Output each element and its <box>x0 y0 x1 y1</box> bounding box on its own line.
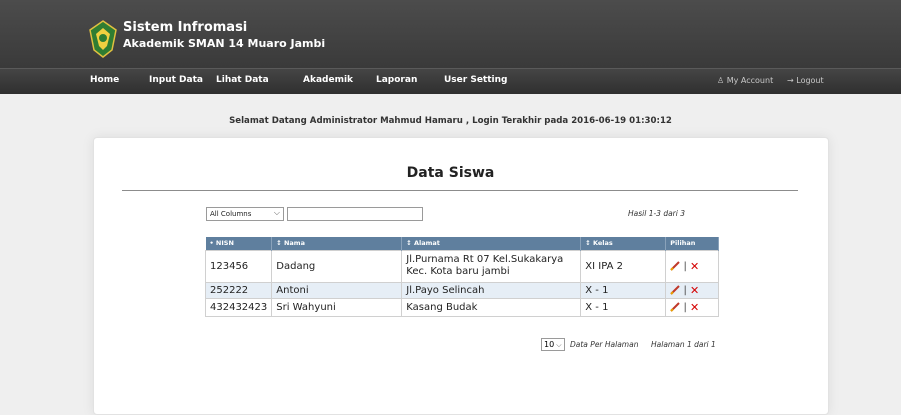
table-row: 432432423 Sri Wahyuni Kasang Budak X - 1… <box>204 297 720 317</box>
edit-pencil-icon[interactable] <box>670 302 680 312</box>
delete-icon[interactable]: ✕ <box>690 301 699 314</box>
chevron-down-icon: ⌵ <box>273 208 280 217</box>
table-row: 252222 Antoni Jl.Payo Selincah X - 1 | ✕ <box>204 281 720 299</box>
students-table: • NISN ↕ Nama ↕ Alamat ↕ Kelas Pilihan 1… <box>204 237 720 317</box>
edit-pencil-icon[interactable] <box>670 261 680 271</box>
nav-home[interactable]: Home <box>90 75 119 85</box>
cell-actions: | ✕ <box>665 297 720 317</box>
cell-nama: Sri Wahyuni <box>271 297 403 317</box>
per-page-label: Data Per Halaman <box>570 340 639 349</box>
col-header-pilihan: Pilihan <box>665 237 720 250</box>
cell-nama: Antoni <box>271 281 403 299</box>
cell-nisn: 432432423 <box>204 297 273 317</box>
logout-arrow-icon: → <box>787 76 794 85</box>
col-header-kelas[interactable]: ↕ Kelas <box>580 237 667 250</box>
page-indicator: Halaman 1 dari 1 <box>651 340 716 349</box>
col-header-nama[interactable]: ↕ Nama <box>271 237 403 250</box>
nav-laporan[interactable]: Laporan <box>376 75 417 85</box>
action-separator: | <box>683 301 687 313</box>
brand-title: Sistem Infromasi <box>123 20 248 35</box>
brand-subtitle: Akademik SMAN 14 Muaro Jambi <box>123 37 326 50</box>
cell-actions: | ✕ <box>665 281 720 299</box>
delete-icon[interactable]: ✕ <box>690 284 699 297</box>
col-header-alamat[interactable]: ↕ Alamat <box>401 237 582 250</box>
cell-nama: Dadang <box>271 249 403 283</box>
logout-link[interactable]: → Logout <box>787 76 824 85</box>
action-separator: | <box>683 260 687 272</box>
nav-lihat-data[interactable]: Lihat Data <box>216 75 269 85</box>
my-account-link[interactable]: ♙ My Account <box>717 76 773 85</box>
user-icon: ♙ <box>717 76 725 85</box>
cell-nisn: 252222 <box>204 281 273 299</box>
main-navbar: Home Input Data Lihat Data Akademik Lapo… <box>0 68 901 94</box>
page-title: Data Siswa <box>406 165 495 181</box>
nav-input-data[interactable]: Input Data <box>149 75 203 85</box>
chevron-down-icon: ⌵ <box>556 341 562 349</box>
cell-alamat: Jl.Purnama Rt 07 Kel.Sukakarya Kec. Kota… <box>401 249 582 283</box>
nav-akademik[interactable]: Akademik <box>303 75 353 85</box>
cell-alamat: Kasang Budak <box>401 297 582 317</box>
edit-pencil-icon[interactable] <box>670 285 680 295</box>
cell-kelas: X - 1 <box>580 281 667 299</box>
delete-icon[interactable]: ✕ <box>690 260 699 273</box>
title-divider <box>122 190 798 191</box>
search-input[interactable] <box>287 207 423 221</box>
cell-kelas: XI IPA 2 <box>580 249 667 283</box>
table-row: 123456 Dadang Jl.Purnama Rt 07 Kel.Sukak… <box>204 249 720 283</box>
per-page-select[interactable]: 10 ⌵ <box>541 338 565 351</box>
cell-nisn: 123456 <box>204 249 273 283</box>
school-logo-icon <box>89 20 117 58</box>
col-header-nisn[interactable]: • NISN <box>205 237 273 250</box>
app-header: Sistem Infromasi Akademik SMAN 14 Muaro … <box>0 0 901 68</box>
column-filter-select[interactable]: All Columns ⌵ <box>206 207 284 221</box>
cell-alamat: Jl.Payo Selincah <box>401 281 582 299</box>
result-count: Hasil 1-3 dari 3 <box>628 209 686 218</box>
nav-user-setting[interactable]: User Setting <box>444 75 507 85</box>
cell-actions: | ✕ <box>665 249 720 283</box>
action-separator: | <box>683 284 687 296</box>
cell-kelas: X - 1 <box>580 297 667 317</box>
welcome-message: Selamat Datang Administrator Mahmud Hama… <box>229 116 672 126</box>
